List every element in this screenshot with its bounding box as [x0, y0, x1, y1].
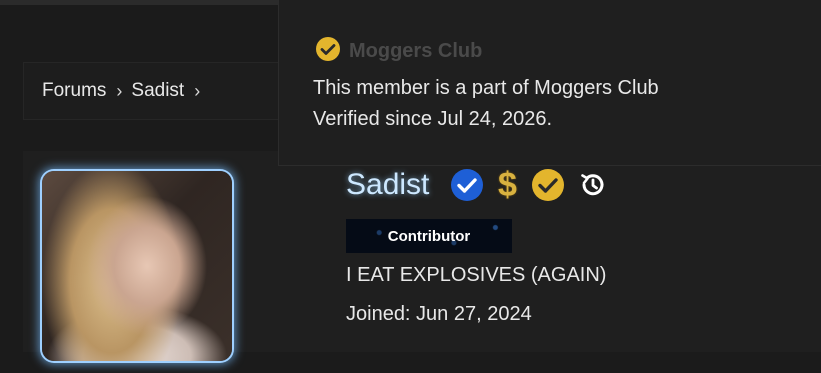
- chevron-right-icon: ›: [194, 80, 201, 101]
- history-icon[interactable]: [579, 171, 607, 199]
- tooltip-header: Moggers Club: [315, 36, 482, 67]
- badge-row: $: [450, 168, 621, 202]
- breadcrumb-sadist[interactable]: Sadist: [131, 80, 184, 102]
- verified-check-icon[interactable]: [450, 168, 484, 202]
- dollar-icon[interactable]: $: [498, 168, 517, 202]
- avatar[interactable]: [42, 171, 232, 361]
- username[interactable]: Sadist: [346, 168, 429, 202]
- chevron-right-icon: ›: [116, 80, 123, 101]
- tooltip-title: Moggers Club: [349, 40, 483, 62]
- avatar-image: [42, 171, 232, 361]
- tooltip-description: This member is a part of Moggers Club: [313, 77, 659, 99]
- breadcrumb: Forums › Sadist ›: [23, 62, 283, 120]
- gold-check-icon: [315, 36, 341, 67]
- role-banner-label: Contributor: [387, 227, 471, 245]
- breadcrumb-forums[interactable]: Forums: [42, 80, 106, 102]
- joined-date: Joined: Jun 27, 2024: [346, 303, 532, 325]
- gold-check-icon[interactable]: [531, 168, 565, 202]
- role-banner: Contributor: [346, 219, 512, 253]
- tooltip-verified-date: Verified since Jul 24, 2026.: [313, 108, 553, 130]
- badge-tooltip: Moggers Club This member is a part of Mo…: [278, 0, 821, 166]
- user-custom-title: I EAT EXPLOSIVES (AGAIN): [346, 264, 607, 286]
